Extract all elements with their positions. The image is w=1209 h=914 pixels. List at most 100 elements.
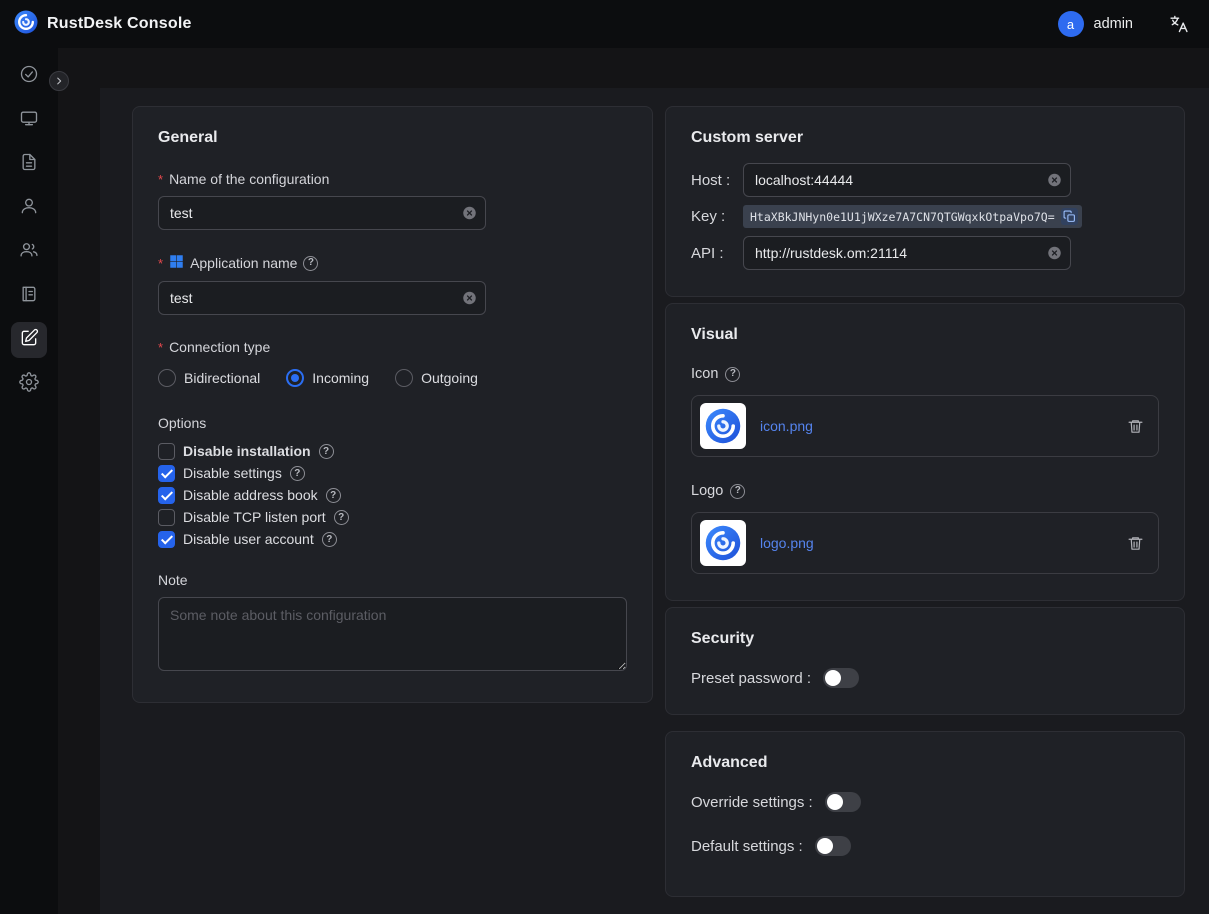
logo-file-link[interactable]: logo.png [760, 535, 814, 551]
checkbox[interactable] [158, 487, 175, 504]
option-label: Disable user account [183, 531, 314, 548]
radio-outgoing[interactable]: Outgoing [395, 369, 478, 387]
clear-circle-icon[interactable] [462, 206, 477, 221]
override-settings-row: Override settings : [691, 792, 1159, 812]
sidebar-item-status[interactable] [11, 58, 47, 94]
document-icon [19, 152, 39, 177]
icon-file-box: icon.png [691, 395, 1159, 457]
config-name-field [158, 196, 486, 230]
chevron-right-icon [54, 74, 64, 89]
visual-card-title: Visual [691, 326, 1159, 344]
checkbox[interactable] [158, 509, 175, 526]
server-key-value: HtaXBkJNHyn0e1U1jWXze7A7CN7QTGWqxkOtpaVp… [750, 210, 1055, 224]
api-input[interactable] [743, 236, 1071, 270]
edit-pencil-icon [19, 328, 39, 353]
option-disable-address-book[interactable]: Disable address book [158, 487, 627, 504]
settings-gear-icon [19, 372, 39, 397]
host-input[interactable] [743, 163, 1071, 197]
radio-button[interactable] [158, 369, 176, 387]
sidebar-item-documents[interactable] [11, 146, 47, 182]
api-row: API : [691, 236, 1159, 270]
trash-icon[interactable] [1127, 418, 1144, 435]
brand: RustDesk Console [14, 10, 192, 39]
top-bar: RustDesk Console a admin [0, 0, 1209, 48]
radio-button[interactable] [395, 369, 413, 387]
radio-label: Bidirectional [184, 370, 260, 386]
checkbox[interactable] [158, 465, 175, 482]
custom-server-card: Custom server Host : Key : [665, 106, 1185, 297]
help-icon[interactable] [326, 488, 341, 503]
preset-password-toggle[interactable] [823, 668, 859, 688]
host-field [743, 163, 1071, 197]
default-settings-toggle[interactable] [815, 836, 851, 856]
clear-circle-icon[interactable] [462, 291, 477, 306]
logo-thumbnail [700, 520, 746, 566]
config-name-input[interactable] [158, 196, 486, 230]
clear-circle-icon[interactable] [1047, 246, 1062, 261]
help-icon[interactable] [730, 484, 745, 499]
app-title: RustDesk Console [47, 15, 192, 33]
sidebar-expand-button[interactable] [49, 71, 69, 91]
key-label: Key : [691, 208, 743, 225]
options-section-label: Options [158, 415, 627, 431]
help-icon[interactable] [334, 510, 349, 525]
override-settings-label: Override settings : [691, 794, 813, 811]
circle-check-icon [19, 64, 39, 89]
help-icon[interactable] [725, 367, 740, 382]
icon-file-link[interactable]: icon.png [760, 418, 813, 434]
user-icon [19, 196, 39, 221]
sidebar-item-audit-log[interactable] [11, 278, 47, 314]
sidebar-item-users[interactable] [11, 190, 47, 226]
required-asterisk: * [158, 172, 163, 187]
app-name-input[interactable] [158, 281, 486, 315]
sidebar-item-groups[interactable] [11, 234, 47, 270]
general-card: General * Name of the configuration * [132, 106, 653, 703]
option-label: Disable address book [183, 487, 318, 504]
option-label: Disable TCP listen port [183, 509, 326, 526]
trash-icon[interactable] [1127, 535, 1144, 552]
sidebar-item-devices[interactable] [11, 102, 47, 138]
option-disable-installation[interactable]: Disable installation [158, 443, 627, 460]
option-disable-tcp-listen-port[interactable]: Disable TCP listen port [158, 509, 627, 526]
copy-icon[interactable] [1061, 208, 1078, 225]
icon-thumbnail [700, 403, 746, 449]
logo-group-label: Logo [691, 483, 1159, 499]
checkbox[interactable] [158, 443, 175, 460]
icon-group-label: Icon [691, 366, 1159, 382]
clear-circle-icon[interactable] [1047, 173, 1062, 188]
options-list: Disable installation Disable settings Di… [158, 443, 627, 548]
connection-type-radio-group: Bidirectional Incoming Outgoing [158, 369, 627, 387]
rustdesk-logo-icon [14, 10, 38, 39]
note-textarea[interactable] [158, 597, 627, 671]
audit-log-icon [19, 284, 39, 309]
radio-bidirectional[interactable]: Bidirectional [158, 369, 260, 387]
app-name-field-label: * Application name [158, 254, 627, 272]
user-menu[interactable]: a admin [1058, 11, 1134, 37]
general-card-title: General [158, 129, 627, 147]
radio-label: Incoming [312, 370, 369, 386]
help-icon[interactable] [322, 532, 337, 547]
windows-icon [169, 254, 184, 272]
security-card: Security Preset password : [665, 607, 1185, 715]
option-disable-settings[interactable]: Disable settings [158, 465, 627, 482]
connection-type-label: * Connection type [158, 339, 627, 355]
help-icon[interactable] [319, 444, 334, 459]
sidebar [0, 48, 58, 914]
host-label: Host : [691, 172, 743, 189]
help-icon[interactable] [303, 256, 318, 271]
key-row: Key : HtaXBkJNHyn0e1U1jWXze7A7CN7QTGWqxk… [691, 205, 1159, 228]
option-label: Disable installation [183, 443, 311, 460]
help-icon[interactable] [290, 466, 305, 481]
avatar: a [1058, 11, 1084, 37]
radio-button[interactable] [286, 369, 304, 387]
translate-icon[interactable] [1169, 14, 1189, 34]
sidebar-item-custom-client[interactable] [11, 322, 47, 358]
option-disable-user-account[interactable]: Disable user account [158, 531, 627, 548]
required-asterisk: * [158, 256, 163, 271]
checkbox[interactable] [158, 531, 175, 548]
api-field [743, 236, 1071, 270]
radio-incoming[interactable]: Incoming [286, 369, 369, 387]
default-settings-row: Default settings : [691, 836, 1159, 856]
override-settings-toggle[interactable] [825, 792, 861, 812]
sidebar-item-settings[interactable] [11, 366, 47, 402]
